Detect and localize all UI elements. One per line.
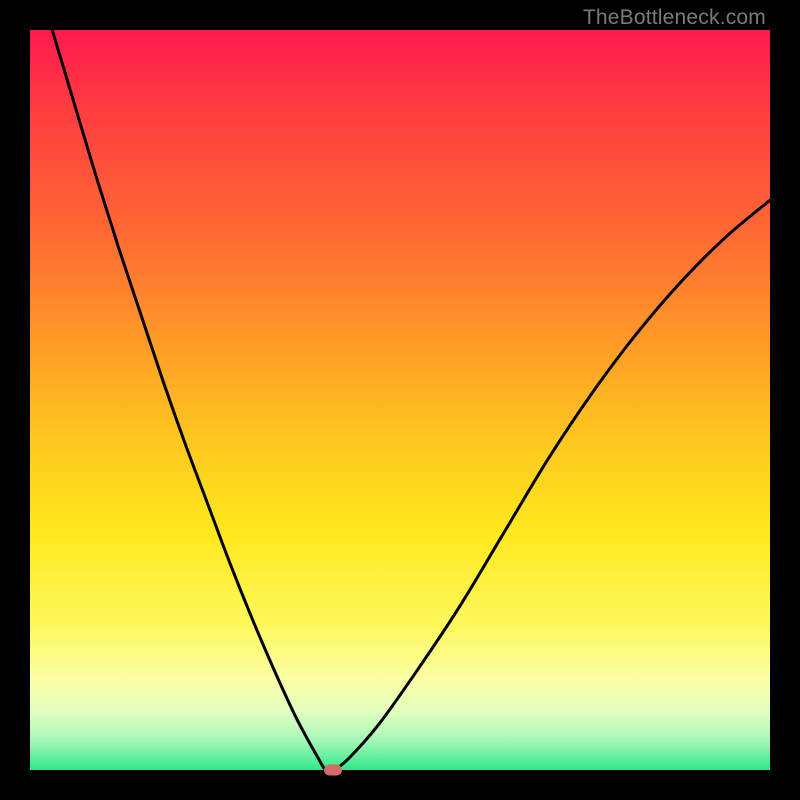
plot-area [30, 30, 770, 770]
bottleneck-curve [52, 30, 770, 771]
watermark-text: TheBottleneck.com [583, 6, 766, 30]
optimal-point-marker [324, 765, 342, 776]
chart-frame: TheBottleneck.com [0, 0, 800, 800]
curve-svg [30, 30, 770, 770]
